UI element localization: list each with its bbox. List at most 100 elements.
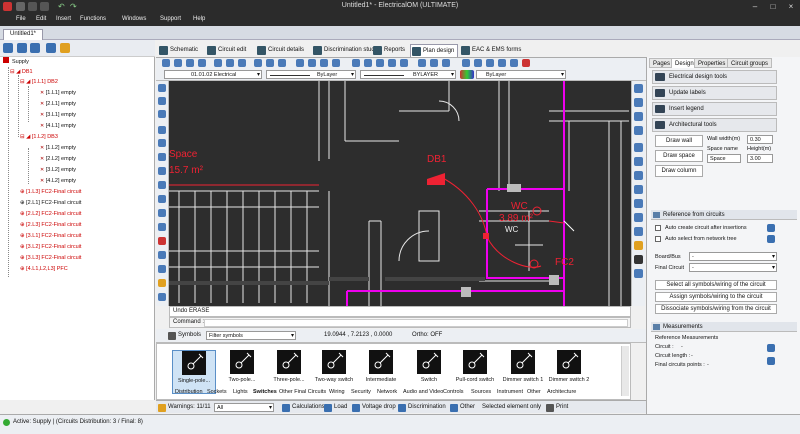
tree-node[interactable]: ✕ [1.L2] empty [40,144,76,153]
final-circuit-select[interactable]: - [689,263,777,272]
tool-icon[interactable] [634,84,643,93]
tool-icon[interactable] [158,279,166,287]
tree-node[interactable]: ⊕ [1.L3] FC2-Final circuit [20,188,81,197]
search-icon[interactable] [46,43,56,53]
tree-node[interactable]: ⊕ [3.L3] FC2-Final circuit [20,254,81,263]
expand-icon[interactable] [3,43,13,53]
tool-icon[interactable] [486,59,494,67]
tool-icon[interactable] [634,157,643,166]
command-input[interactable] [204,319,628,327]
menu-edit[interactable]: Edit [36,16,46,22]
tool-icon[interactable] [198,59,206,67]
load-button[interactable]: Load [324,403,347,413]
ortho-status[interactable]: Ortho: OFF [412,331,442,341]
symbol-two-pole[interactable]: Two-pole... [220,350,264,394]
tool-icon[interactable] [296,59,304,67]
category-controls[interactable]: Controls [443,389,463,395]
tool-icon[interactable] [634,143,643,152]
category-switches[interactable]: Switches [253,389,277,395]
minimize-button[interactable]: – [746,0,764,13]
tool-icon[interactable] [158,237,166,245]
height-input[interactable]: 3.00 [747,154,773,163]
tool-icon[interactable] [162,59,170,67]
tree-root[interactable]: Supply [3,57,29,66]
tab-circuit-edit[interactable]: Circuit edit [206,44,246,57]
tool-icon[interactable] [462,59,470,67]
tool-icon[interactable] [158,126,166,134]
dissociate-symbols-button[interactable]: Dissociate symbols/wiring from the circu… [655,304,777,314]
tool-icon[interactable] [634,255,643,264]
tool-icon[interactable] [320,59,328,67]
measurements-section-header[interactable]: Measurements [651,322,797,332]
tool-icon[interactable] [158,110,166,118]
close-button[interactable]: × [782,0,800,13]
tool-icon[interactable] [400,59,408,67]
tool-icon[interactable] [158,139,166,147]
category-sockets[interactable]: Sockets [207,389,227,395]
warnings-indicator[interactable]: Warnings: 11/11 [158,403,211,413]
tool-icon[interactable] [174,59,182,67]
symbol-two-way-switch[interactable]: Two-way switch [312,350,356,394]
tree-node[interactable]: ⊕ [4.L1,L2,L3] PFC [20,265,68,274]
auto-create-checkbox[interactable] [655,225,661,231]
discrimination-button[interactable]: Discrimination [398,403,446,413]
color-select[interactable]: ByLayer [476,70,566,79]
tool-icon[interactable] [266,59,274,67]
tool-icon[interactable] [158,251,166,259]
zoom-in-icon[interactable] [17,43,27,53]
tool-icon[interactable] [376,59,384,67]
menu-file[interactable]: File [16,16,26,22]
symbols-tab[interactable]: Symbols [168,331,201,341]
menu-support[interactable]: Support [160,16,181,22]
other-button[interactable]: Other [450,403,475,413]
tree-node[interactable]: ⊟ ◢ DB1 [10,68,33,77]
tool-icon[interactable] [226,59,234,67]
tool-icon[interactable] [158,84,166,92]
category-lights[interactable]: Lights [233,389,248,395]
tool-icon[interactable] [238,59,246,67]
tree-node[interactable]: ✕ [3.L2] empty [40,166,76,175]
tree-node[interactable]: ⊕ [3.L2] FC2-Final circuit [20,243,81,252]
tab-eac-ems-forms[interactable]: EAC & EMS forms [460,44,521,57]
drawing-canvas[interactable]: Space 15.7 m² DB1 WC 3.89 m² WC FC2 [169,81,631,306]
tool-icon[interactable] [158,167,166,175]
doc-tab[interactable]: Untitled1* [3,29,44,40]
menu-functions[interactable]: Functions [80,16,106,22]
tool-icon[interactable] [158,265,166,273]
tool-icon[interactable] [510,59,518,67]
tool-icon[interactable] [474,59,482,67]
symbol-single-pole[interactable]: Single-pole... [172,350,216,394]
tool-icon[interactable] [186,59,194,67]
tree-node[interactable]: ⊕ [3.L1] FC2-Final circuit [20,232,81,241]
voltage-drop-button[interactable]: Voltage drop [352,403,396,413]
tool-icon[interactable] [158,181,166,189]
symbol-dimmer-switch-1[interactable]: Dimmer switch 1 [501,350,545,394]
tool-icon[interactable] [158,195,166,203]
filter-icon[interactable] [60,43,70,53]
tool-icon[interactable] [254,59,262,67]
maximize-button[interactable]: □ [764,0,782,13]
tool-icon[interactable] [634,98,643,107]
tool-icon[interactable] [158,223,166,231]
symbol-scrollbar[interactable] [621,346,629,396]
tool-icon[interactable] [352,59,360,67]
menu-windows[interactable]: Windows [122,16,146,22]
layer-select[interactable]: 01.01.02 Electrical [164,70,262,79]
tool-icon[interactable] [634,227,643,236]
tool-icon[interactable] [634,213,643,222]
selected-only-toggle[interactable]: Selected element only [482,403,541,413]
tab-discrimination-study[interactable]: Discrimination study [312,44,378,57]
board-bus-select[interactable]: - [689,252,777,261]
refresh-icon[interactable] [767,224,775,232]
tool-icon[interactable] [158,209,166,217]
symbol-switch[interactable]: Switch [407,350,451,394]
tab-reports[interactable]: Reports [372,44,405,57]
category-security[interactable]: Security [351,389,371,395]
tool-icon[interactable] [634,126,643,135]
calculations-button[interactable]: Calculations [282,403,325,413]
tree-node[interactable]: ✕ [1.L1] empty [40,89,76,98]
tree-node[interactable]: ✕ [4.L1] empty [40,122,76,131]
print-button[interactable]: Print [546,403,568,413]
symbol-intermediate[interactable]: Intermediate [359,350,403,394]
tree-node[interactable]: ⊟ ◢ [1.L2] DB3 [20,133,58,142]
